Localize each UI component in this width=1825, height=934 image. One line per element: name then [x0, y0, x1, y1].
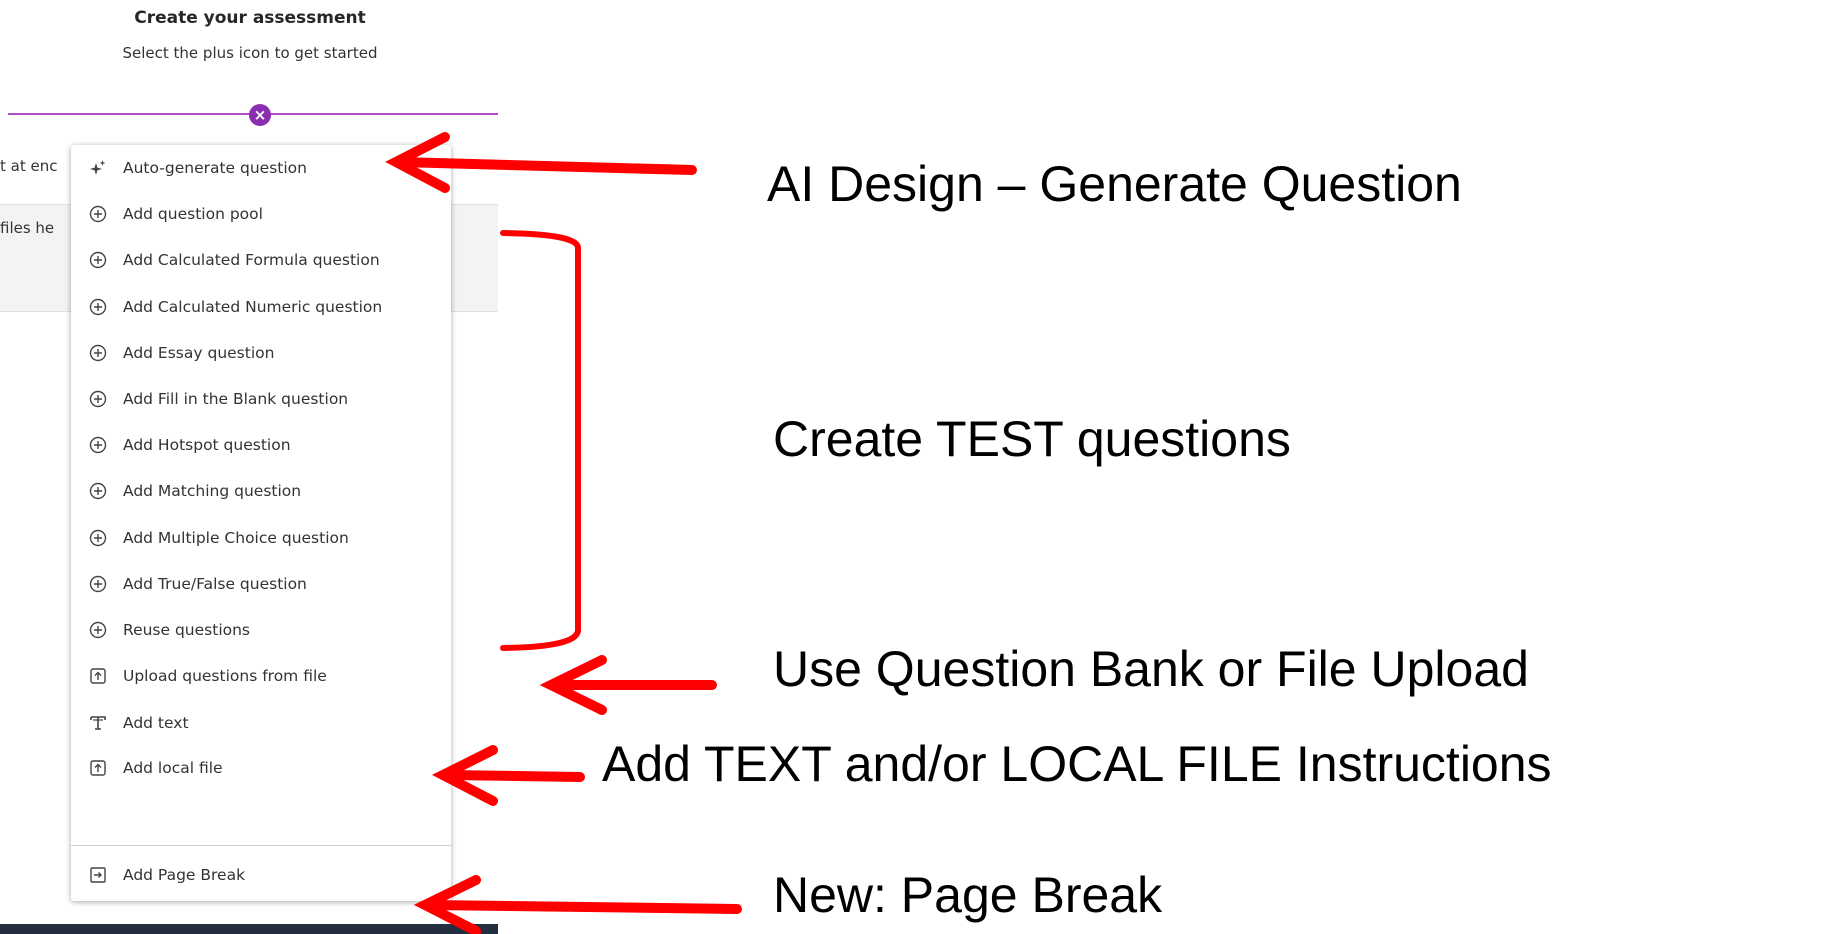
plus-circle-icon	[89, 529, 107, 547]
annotation-text-file: Add TEXT and/or LOCAL FILE Instructions	[602, 736, 1552, 792]
background-text-fragment: t at enc	[0, 157, 58, 175]
plus-circle-icon	[89, 344, 107, 362]
menu-item-label: Add Hotspot question	[123, 436, 291, 454]
menu-item-add-fill-in-the-blank-question[interactable]: Add Fill in the Blank question	[71, 376, 451, 422]
menu-item-label: Add Fill in the Blank question	[123, 390, 349, 408]
plus-circle-icon	[89, 390, 107, 408]
menu-item-add-calculated-numeric-question[interactable]: Add Calculated Numeric question	[71, 284, 451, 330]
menu-item-add-multiple-choice-question[interactable]: Add Multiple Choice question	[71, 515, 451, 561]
menu-item-add-essay-question[interactable]: Add Essay question	[71, 330, 451, 376]
menu-item-add-calculated-formula-question[interactable]: Add Calculated Formula question	[71, 237, 451, 283]
menu-item-label: Add question pool	[123, 205, 263, 223]
add-content-menu: Auto-generate question Add question pool…	[71, 145, 451, 901]
plus-circle-icon	[89, 205, 107, 223]
upload-file-icon	[89, 759, 107, 777]
menu-item-label: Add Calculated Formula question	[123, 251, 380, 269]
plus-circle-icon	[89, 298, 107, 316]
annotation-ai-design: AI Design – Generate Question	[767, 156, 1462, 212]
plus-circle-icon	[89, 251, 107, 269]
menu-item-add-page-break[interactable]: Add Page Break	[71, 852, 451, 898]
menu-item-label: Add Calculated Numeric question	[123, 298, 383, 316]
text-icon	[89, 714, 107, 732]
plus-circle-icon	[89, 621, 107, 639]
bracket-test-questions	[500, 230, 581, 651]
menu-item-add-local-file[interactable]: Add local file	[71, 745, 451, 791]
bottom-bar	[0, 924, 498, 934]
close-menu-icon[interactable]: ×	[249, 104, 271, 126]
upload-file-icon	[89, 667, 107, 685]
page-subtitle: Select the plus icon to get started	[122, 44, 378, 62]
menu-divider	[71, 845, 451, 846]
annotation-page-break: New: Page Break	[773, 867, 1163, 923]
plus-circle-icon	[89, 482, 107, 500]
menu-item-label: Add Multiple Choice question	[123, 529, 349, 547]
plus-circle-icon	[89, 436, 107, 454]
annotation-test-questions: Create TEST questions	[773, 411, 1291, 467]
menu-item-add-hotspot-question[interactable]: Add Hotspot question	[71, 422, 451, 468]
menu-item-label: Reuse questions	[123, 621, 251, 639]
menu-item-label: Add True/False question	[123, 575, 307, 593]
menu-item-auto-generate-question[interactable]: Auto-generate question	[71, 145, 451, 191]
sparkle-icon	[89, 159, 107, 177]
background-text-fragment: files he	[0, 219, 55, 237]
plus-circle-icon	[89, 575, 107, 593]
menu-item-label: Add Essay question	[123, 344, 275, 362]
menu-item-label: Add Page Break	[123, 866, 246, 884]
page-title: Create your assessment	[134, 8, 366, 28]
menu-item-add-question-pool[interactable]: Add question pool	[71, 191, 451, 237]
menu-item-label: Add local file	[123, 759, 223, 777]
annotation-question-bank: Use Question Bank or File Upload	[773, 641, 1529, 697]
menu-item-add-true-false-question[interactable]: Add True/False question	[71, 561, 451, 607]
arrow-text-file	[431, 745, 585, 806]
menu-item-label: Upload questions from file	[123, 667, 327, 685]
menu-item-label: Auto-generate question	[123, 159, 307, 177]
menu-item-reuse-questions[interactable]: Reuse questions	[71, 607, 451, 653]
menu-item-label: Add Matching question	[123, 482, 302, 500]
menu-item-add-matching-question[interactable]: Add Matching question	[71, 468, 451, 514]
page-break-icon	[89, 866, 107, 884]
menu-item-upload-questions-from-file[interactable]: Upload questions from file	[71, 653, 451, 699]
menu-item-add-text[interactable]: Add text	[71, 700, 451, 746]
menu-item-label: Add text	[123, 714, 189, 732]
arrow-question-bank	[539, 655, 717, 715]
